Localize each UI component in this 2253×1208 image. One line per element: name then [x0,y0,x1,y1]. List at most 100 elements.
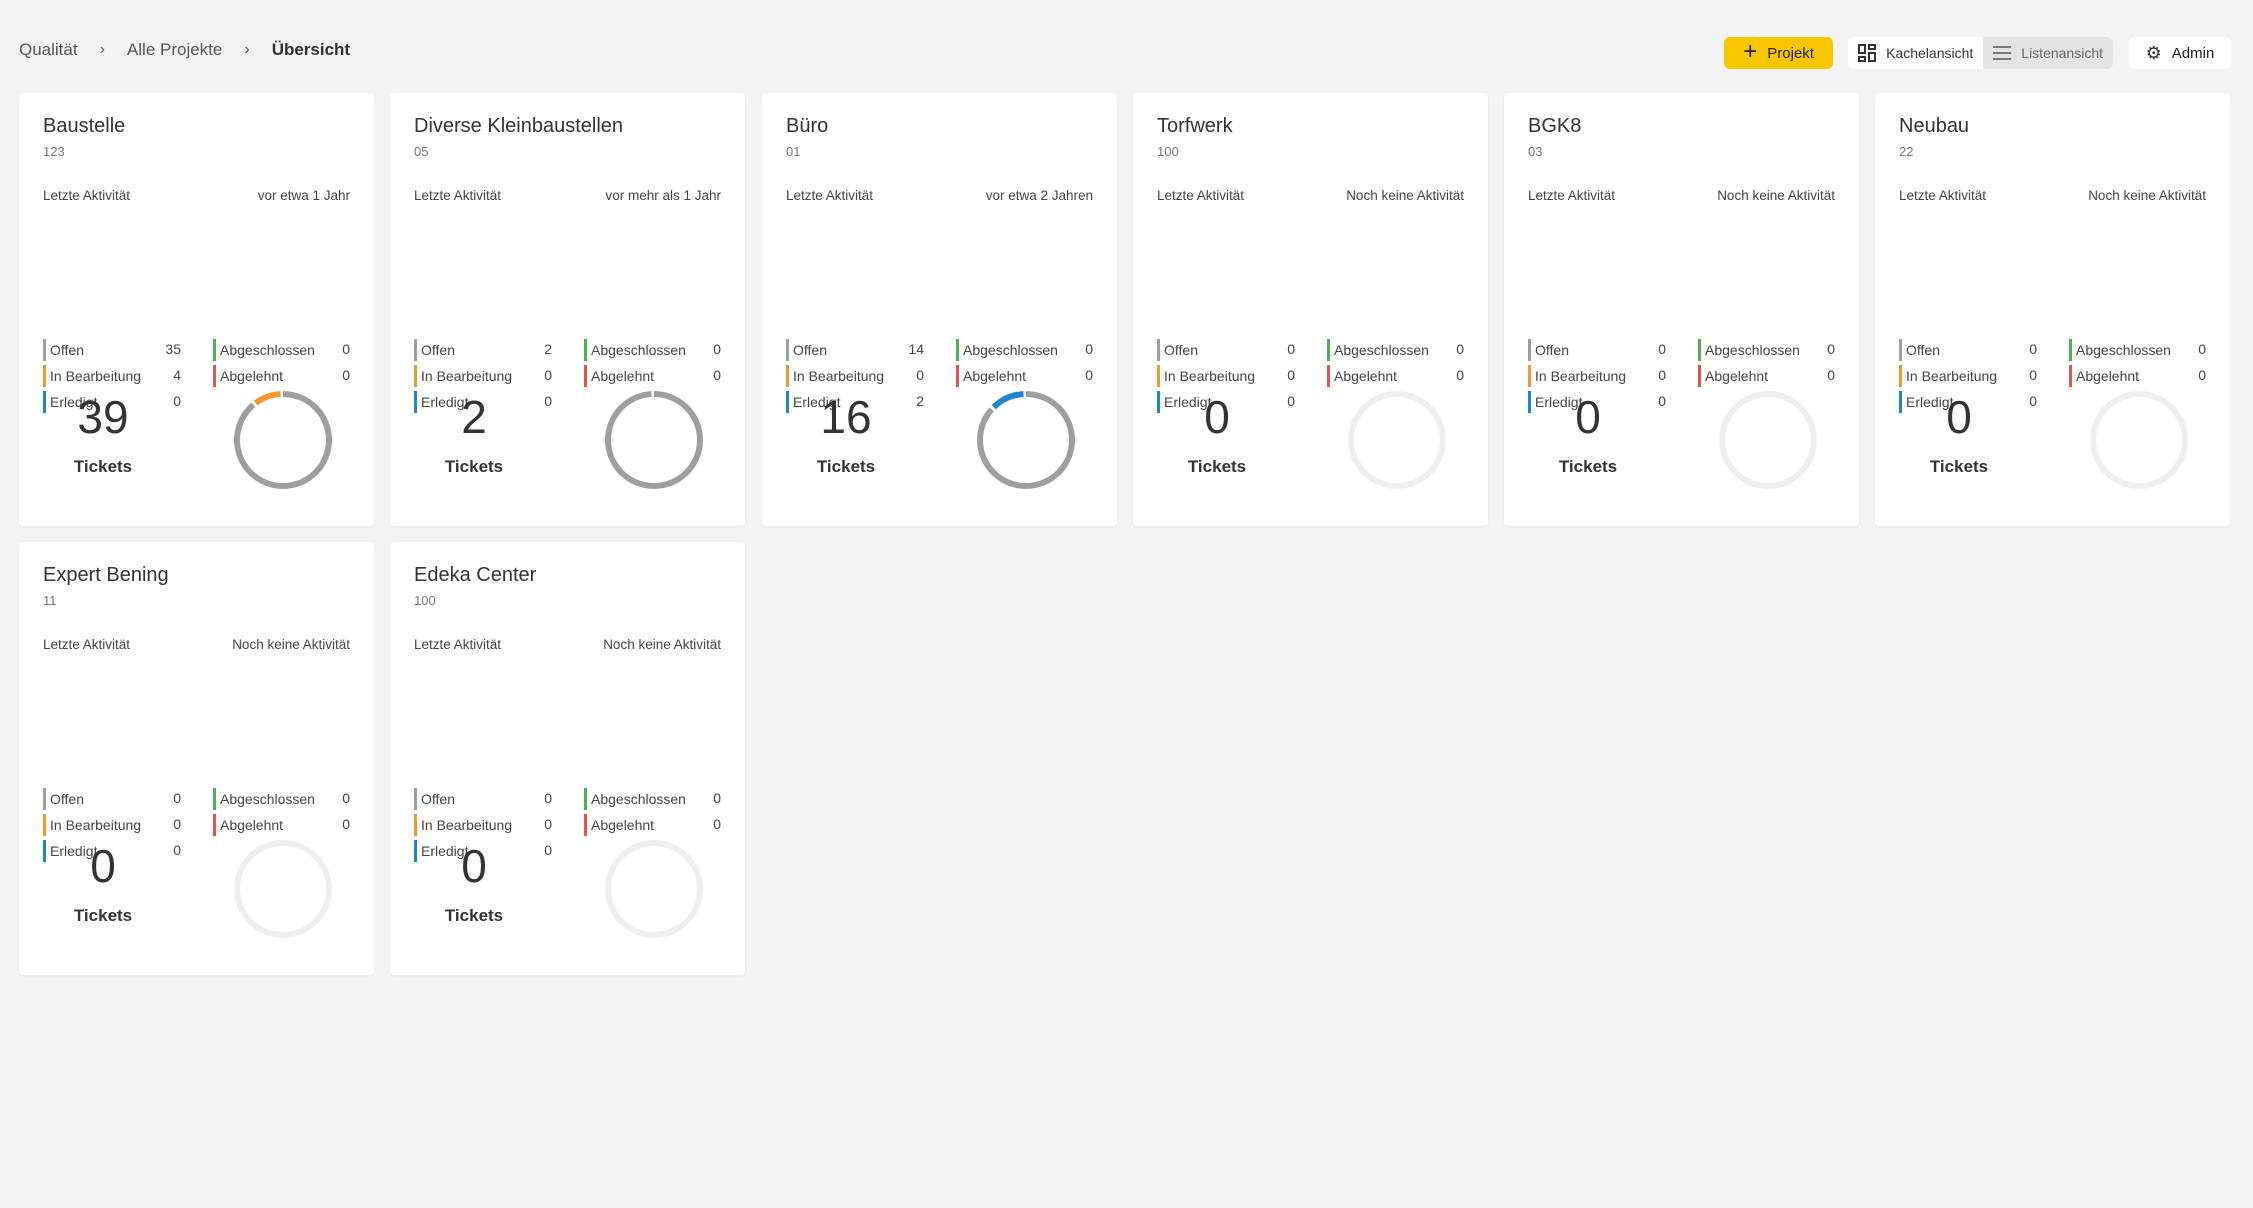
stat-label: Abgeschlossen [591,791,686,807]
list-view-icon [1993,46,2012,60]
stat-in-progress: In Bearbeitung 0 [1157,365,1295,387]
stat-label: In Bearbeitung [50,368,142,384]
stat-value: 0 [1827,367,1835,383]
stat-value: 35 [165,341,181,357]
project-card[interactable]: Expert Bening 11 Letzte Aktivität Noch k… [19,542,374,975]
stat-value: 0 [1827,341,1835,357]
grid-view-icon [1858,44,1877,62]
stat-label: Abgeschlossen [220,791,315,807]
stat-label: Abgelehnt [220,368,284,384]
stat-label: Offen [1906,342,1940,358]
status-bar-rejected [213,814,216,836]
status-bar-closed [213,339,216,361]
project-code: 05 [414,144,429,159]
status-bar-in-progress [414,814,417,836]
status-bar-closed [213,788,216,810]
stat-value: 0 [2029,367,2037,383]
project-title: Edeka Center [414,564,537,586]
top-bar: Qualität › Alle Projekte › Übersicht + P… [0,0,2253,93]
last-activity-value: Noch keine Aktivität [232,637,350,652]
status-donut-chart [234,840,332,938]
stat-value: 0 [2029,393,2037,409]
stat-label: Offen [50,342,84,358]
stat-label: In Bearbeitung [1535,368,1627,384]
toolbar-actions: + Projekt Kachelansicht Listenansicht ⚙ … [1724,37,2231,69]
stat-open: Offen 0 [414,788,552,810]
last-activity-label: Letzte Aktivität [1528,188,1616,203]
project-code: 22 [1899,144,1914,159]
stat-closed: Abgeschlossen 0 [956,339,1093,361]
stat-value: 0 [544,816,552,832]
status-bar-in-progress [43,814,46,836]
stat-label: Abgeschlossen [220,342,315,358]
status-bar-open [414,339,417,361]
status-bar-open [1899,339,1902,361]
stat-value: 0 [173,393,181,409]
project-code: 100 [414,593,436,608]
project-card[interactable]: Büro 01 Letzte Aktivität vor etwa 2 Jahr… [762,93,1117,526]
project-card[interactable]: Edeka Center 100 Letzte Aktivität Noch k… [390,542,745,975]
admin-label: Admin [2171,44,2215,62]
stat-value: 0 [342,816,350,832]
status-donut-chart [234,391,332,489]
stat-value: 0 [1287,393,1295,409]
stat-label: Abgelehnt [963,368,1027,384]
stat-value: 0 [1287,367,1295,383]
stat-value: 0 [173,816,181,832]
last-activity-value: vor etwa 1 Jahr [257,188,350,203]
stat-label: In Bearbeitung [1164,368,1256,384]
new-project-button[interactable]: + Projekt [1724,37,1834,69]
status-bar-closed [956,339,959,361]
project-card[interactable]: Neubau 22 Letzte Aktivität Noch keine Ak… [1875,93,2230,526]
stat-label: In Bearbeitung [421,817,513,833]
stat-closed: Abgeschlossen 0 [584,339,721,361]
status-bar-in-progress [1528,365,1531,387]
project-code: 123 [43,144,65,159]
project-card[interactable]: Baustelle 123 Letzte Aktivität vor etwa … [19,93,374,526]
stat-value: 0 [713,816,721,832]
status-bar-in-progress [1899,365,1902,387]
stat-value: 0 [1456,367,1464,383]
stat-value: 0 [1456,341,1464,357]
stat-value: 0 [1287,341,1295,357]
ticket-count-label: Tickets [1929,457,1989,476]
project-card[interactable]: Torfwerk 100 Letzte Aktivität Noch keine… [1133,93,1488,526]
stat-value: 0 [544,393,552,409]
breadcrumb-all-projects[interactable]: Alle Projekte [127,40,222,60]
breadcrumb-quality[interactable]: Qualität [19,40,78,60]
ticket-count: 0 [1946,391,1972,443]
ticket-count-label: Tickets [444,906,504,925]
status-bar-closed [2069,339,2072,361]
stat-open: Offen 0 [1528,339,1666,361]
stat-label: In Bearbeitung [50,817,142,833]
status-donut-chart [977,391,1075,489]
stat-open: Offen 0 [43,788,181,810]
status-bar-closed [584,788,587,810]
stat-open: Offen 0 [1157,339,1295,361]
stat-in-progress: In Bearbeitung 0 [43,814,181,836]
last-activity-label: Letzte Aktivität [786,188,874,203]
status-bar-closed [584,339,587,361]
stat-in-progress: In Bearbeitung 0 [414,814,552,836]
project-card[interactable]: Diverse Kleinbaustellen 05 Letzte Aktivi… [390,93,745,526]
stat-label: Offen [421,342,455,358]
ticket-count: 0 [1204,391,1230,443]
status-bar-open [43,339,46,361]
tile-view-button[interactable]: Kachelansicht [1848,37,1983,69]
project-code: 11 [43,593,57,608]
status-bar-open [786,339,789,361]
status-bar-in-progress [414,365,417,387]
stat-value: 0 [342,367,350,383]
project-card[interactable]: BGK8 03 Letzte Aktivität Noch keine Akti… [1504,93,1859,526]
stat-label: Offen [50,791,84,807]
project-title: Diverse Kleinbaustellen [414,115,624,137]
stat-value: 0 [2198,367,2206,383]
stat-value: 0 [173,842,181,858]
stat-value: 0 [342,790,350,806]
admin-button[interactable]: ⚙ Admin [2129,37,2231,69]
stat-label: Abgelehnt [1334,368,1398,384]
list-view-button[interactable]: Listenansicht [1983,37,2113,69]
status-bar-closed [1327,339,1330,361]
stat-label: Offen [793,342,827,358]
stat-open: Offen 0 [1899,339,2037,361]
